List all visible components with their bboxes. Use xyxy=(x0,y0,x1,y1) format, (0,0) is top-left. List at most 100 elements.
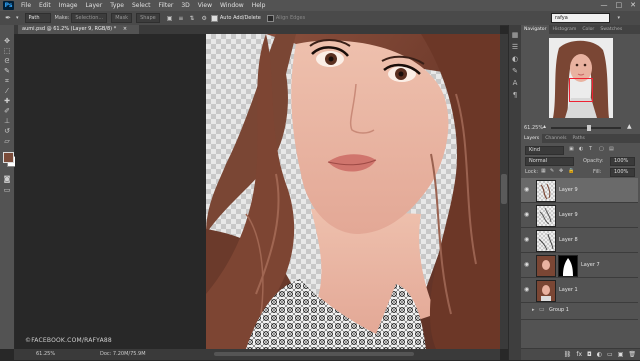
layer-thumbnail[interactable] xyxy=(536,255,556,277)
layer-filter-select[interactable]: Kind xyxy=(525,146,564,155)
filter-adjust-icon[interactable]: ◐ xyxy=(579,146,583,152)
tab-color[interactable]: Color xyxy=(579,25,597,34)
maximize-button[interactable]: □ xyxy=(616,0,623,11)
filter-type-icon[interactable]: T xyxy=(589,146,592,152)
menu-edit[interactable]: Edit xyxy=(35,2,55,9)
path-arrangement-icon[interactable]: ⇅ xyxy=(189,15,194,22)
history-brush-tool-icon[interactable]: ↺ xyxy=(3,127,11,135)
lock-all-icon[interactable]: 🔒 xyxy=(568,168,574,174)
link-layers-icon[interactable]: ⛓ xyxy=(564,349,572,360)
lock-position-icon[interactable]: ✥ xyxy=(559,168,563,174)
fill-input[interactable]: 100% xyxy=(610,168,635,177)
add-mask-icon[interactable]: ◘ xyxy=(587,349,592,360)
clone-stamp-tool-icon[interactable]: ⊥ xyxy=(3,117,11,125)
filter-pixel-icon[interactable]: ▣ xyxy=(569,146,574,152)
delete-layer-icon[interactable]: 🗑 xyxy=(628,349,636,360)
healing-brush-tool-icon[interactable]: ✚ xyxy=(3,97,11,105)
layer-row[interactable]: ◉ Layer 8 xyxy=(521,228,638,253)
document-tab[interactable]: aumi.psd @ 61.2% (Layer 9, RGB/8) * × xyxy=(18,25,140,34)
layer-row[interactable]: ▸ ▭ Group 1 xyxy=(521,303,638,320)
workspace-search-input[interactable]: rafya xyxy=(551,13,610,23)
screen-mode-icon[interactable]: ▭ xyxy=(3,186,11,194)
crop-tool-icon[interactable]: ⌗ xyxy=(3,77,11,85)
pen-tool-icon[interactable]: ✒ xyxy=(0,14,16,22)
layer-row[interactable]: ◉ Layer 1 xyxy=(521,278,638,303)
menu-help[interactable]: Help xyxy=(248,2,270,9)
menu-filter[interactable]: Filter xyxy=(155,2,178,9)
marquee-tool-icon[interactable]: ⬚ xyxy=(3,47,11,55)
tab-navigator[interactable]: Navigator xyxy=(521,25,550,34)
layer-name[interactable]: Layer 8 xyxy=(559,237,578,243)
auto-add-delete-checkbox[interactable] xyxy=(210,14,218,22)
brush-tool-icon[interactable]: ✐ xyxy=(3,107,11,115)
tab-histogram[interactable]: Histogram xyxy=(549,25,579,34)
lasso-tool-icon[interactable]: ᘓ xyxy=(3,57,11,65)
opacity-input[interactable]: 100% xyxy=(610,157,635,166)
zoom-level[interactable]: 61.25% xyxy=(36,349,55,360)
vertical-scroll-thumb[interactable] xyxy=(501,174,507,204)
menu-layer[interactable]: Layer xyxy=(81,2,106,9)
horizontal-scrollbar[interactable] xyxy=(214,352,414,356)
layer-name[interactable]: Layer 9 xyxy=(559,212,578,218)
character-panel-icon[interactable]: A xyxy=(511,79,519,87)
visibility-eye-icon[interactable]: ◉ xyxy=(524,286,531,293)
navigator-zoom-slider[interactable] xyxy=(551,125,621,131)
visibility-eye-icon[interactable]: ◉ xyxy=(524,236,531,243)
navigator-view-box[interactable] xyxy=(569,78,593,102)
eraser-tool-icon[interactable]: ▱ xyxy=(3,137,11,145)
path-alignment-icon[interactable]: ≡ xyxy=(178,15,183,22)
move-tool-icon[interactable]: ✥ xyxy=(3,37,11,45)
zoom-out-icon[interactable]: ▴ xyxy=(543,123,546,130)
visibility-eye-icon[interactable]: ◉ xyxy=(524,211,531,218)
properties-panel-icon[interactable]: ☰ xyxy=(511,43,519,51)
layer-name[interactable]: Layer 7 xyxy=(581,262,600,268)
filter-smart-icon[interactable]: ▤ xyxy=(609,146,614,152)
history-panel-icon[interactable]: ▦ xyxy=(511,31,519,39)
layer-row[interactable]: ◉ Layer 9 xyxy=(521,178,638,203)
menu-select[interactable]: Select xyxy=(128,2,155,9)
foreground-color-swatch[interactable] xyxy=(3,152,14,163)
minimize-button[interactable]: — xyxy=(601,0,608,11)
layer-mask-thumbnail[interactable] xyxy=(558,255,578,277)
navigator-zoom-value[interactable]: 61.25% xyxy=(524,125,543,131)
new-layer-icon[interactable]: ▣ xyxy=(618,349,624,360)
menu-type[interactable]: Type xyxy=(106,2,128,9)
settings-gear-icon[interactable]: ⚙ xyxy=(201,15,206,22)
zoom-in-icon[interactable]: ▲ xyxy=(627,123,632,130)
visibility-eye-icon[interactable]: ◉ xyxy=(524,261,531,268)
pen-mode-select[interactable]: Path xyxy=(24,13,51,23)
adjustments-panel-icon[interactable]: ◐ xyxy=(511,55,519,63)
workspace-chevron-icon[interactable]: ▾ xyxy=(617,15,620,21)
layer-thumbnail[interactable] xyxy=(536,180,556,202)
close-document-icon[interactable]: × xyxy=(123,26,127,32)
layer-style-icon[interactable]: fx xyxy=(576,349,582,360)
tab-channels[interactable]: Channels xyxy=(542,134,569,143)
menu-file[interactable]: File xyxy=(17,2,35,9)
layer-row[interactable]: ◉ Layer 7 xyxy=(521,253,638,278)
navigator-preview[interactable] xyxy=(549,38,613,118)
lock-image-icon[interactable]: ✎ xyxy=(550,168,554,174)
layer-thumbnail[interactable] xyxy=(536,230,556,252)
menu-view[interactable]: View xyxy=(194,2,216,9)
blend-mode-select[interactable]: Normal xyxy=(525,157,574,166)
eyedropper-tool-icon[interactable]: ⁄ xyxy=(3,87,11,95)
document-size-info[interactable]: Doc: 7.20M/75.9M xyxy=(100,349,146,360)
quick-select-tool-icon[interactable]: ✎ xyxy=(3,67,11,75)
menu-3d[interactable]: 3D xyxy=(177,2,193,9)
vertical-scrollbar[interactable] xyxy=(500,34,508,349)
align-edges-checkbox[interactable] xyxy=(266,14,274,22)
visibility-eye-icon[interactable]: ◉ xyxy=(524,186,531,193)
make-mask-button[interactable]: Mask xyxy=(111,13,133,23)
lock-transparent-icon[interactable]: ▦ xyxy=(541,168,546,174)
tab-paths[interactable]: Paths xyxy=(569,134,588,143)
close-window-button[interactable]: ✕ xyxy=(630,0,636,11)
tab-swatches[interactable]: Swatches xyxy=(597,25,625,34)
filter-shape-icon[interactable]: ▢ xyxy=(599,146,604,152)
make-selection-button[interactable]: Selection... xyxy=(71,13,108,23)
tool-preset-chevron-icon[interactable]: ▾ xyxy=(16,15,19,21)
layer-row[interactable]: ◉ Layer 9 xyxy=(521,203,638,228)
navigator-zoom-knob[interactable] xyxy=(587,125,591,131)
make-shape-button[interactable]: Shape xyxy=(136,13,160,23)
canvas-area[interactable] xyxy=(15,34,500,349)
layer-name[interactable]: Layer 9 xyxy=(559,187,578,193)
